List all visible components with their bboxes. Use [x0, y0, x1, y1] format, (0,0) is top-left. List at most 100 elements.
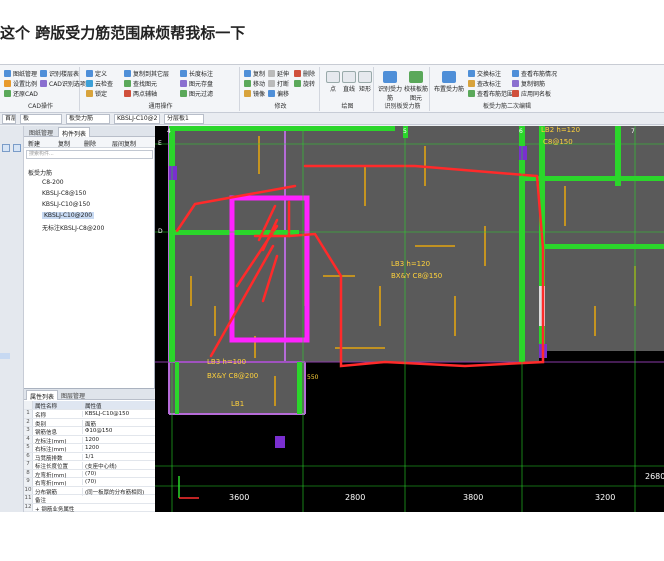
- tab-drawing-manage[interactable]: 图纸管理: [26, 127, 56, 137]
- rotate-button[interactable]: 旋转: [294, 79, 315, 88]
- tab-component-list[interactable]: 构件列表: [58, 127, 91, 138]
- save-icon: [180, 80, 187, 87]
- property-panel: 属性列表 图层管理 属性名称 属性值 1 名称 KBSLJ-C10@150 2 类别 面筋 3 钢…: [24, 388, 155, 512]
- find-element-button[interactable]: 查找图元: [124, 79, 157, 88]
- property-value[interactable]: 1200: [82, 445, 154, 451]
- apply-same-slab-button[interactable]: 应用同名板: [512, 89, 551, 98]
- edit-label-button[interactable]: 查改标注: [468, 79, 501, 88]
- view-list-icon[interactable]: [2, 144, 10, 152]
- tree-item-1[interactable]: KBSLJ-C8@150: [42, 190, 86, 197]
- view-status-button[interactable]: 查看布筋情况: [512, 69, 557, 78]
- copy-to-layer-button[interactable]: 复制到其它层: [124, 69, 169, 78]
- axis-label-top-0: 4: [167, 128, 171, 135]
- property-row[interactable]: 4 左标注(mm) 1200: [24, 435, 155, 445]
- property-row[interactable]: 5 右标注(mm) 1200: [24, 444, 155, 453]
- tree-item-3[interactable]: KBSLJ-C10@200: [42, 212, 95, 219]
- copy-button[interactable]: 复制: [244, 69, 265, 78]
- copy-rebar-button[interactable]: 复制钢筋: [512, 79, 545, 88]
- property-row-number: 9: [24, 478, 33, 486]
- check-icon: [409, 71, 423, 83]
- property-row[interactable]: 12 + 钢筋业务属性: [24, 503, 155, 512]
- drawing-manage-button[interactable]: 图纸管理: [4, 69, 37, 78]
- property-row[interactable]: 9 右弯折(mm) (70): [24, 478, 155, 487]
- line-icon: [342, 71, 356, 83]
- slab-rebar-c: C8@150: [543, 138, 573, 146]
- property-row[interactable]: 8 左弯折(mm) (70): [24, 469, 155, 479]
- lock-button[interactable]: 锁定: [86, 89, 107, 98]
- element-save-button[interactable]: 图元存盘: [180, 79, 213, 88]
- property-value[interactable]: (70): [82, 479, 154, 485]
- cloud-check-button[interactable]: 云检查: [86, 79, 113, 88]
- draw-rect-button[interactable]: 矩形: [358, 71, 372, 93]
- delete-icon: [294, 70, 301, 77]
- identify-rebar-button[interactable]: 识别受力筋: [378, 71, 402, 102]
- tab-layer-manage[interactable]: 图层管理: [58, 390, 88, 400]
- extend-button[interactable]: 延伸: [268, 69, 289, 78]
- property-value[interactable]: 属性值: [82, 402, 154, 410]
- axis-label-left-1: D: [158, 228, 163, 235]
- ribbon-group-general: 定义 云检查 锁定 复制到其它层 查找图元 两点辅轴 长度标注 图元存盘 图元过…: [82, 67, 240, 111]
- tree-root[interactable]: 板受力筋: [28, 168, 52, 177]
- view-tree-icon[interactable]: [13, 144, 21, 152]
- delete-component-button[interactable]: 删除: [84, 139, 96, 148]
- slab-main: [169, 126, 539, 362]
- lock-icon: [86, 90, 93, 97]
- drawing-canvas[interactable]: 4 5 6 7 E D LB3 h=120 BX&Y C8@150 LB3 h=…: [155, 126, 664, 512]
- copy-component-button[interactable]: 复制: [58, 139, 70, 148]
- extend-icon: [268, 70, 275, 77]
- draw-point-button[interactable]: 点: [326, 71, 340, 93]
- type-select[interactable]: 板: [20, 114, 62, 124]
- layer-select[interactable]: 分层板1: [164, 114, 204, 124]
- property-row[interactable]: 6 马凳筋排数 1/1: [24, 452, 155, 462]
- property-value[interactable]: 1/1: [82, 453, 154, 460]
- layer-copy-button[interactable]: 层间复制: [112, 139, 136, 148]
- break-button[interactable]: 打断: [268, 79, 289, 88]
- property-row-number: 2: [24, 418, 33, 426]
- tab-property-list[interactable]: 属性列表: [26, 390, 59, 401]
- component-select[interactable]: KBSLJ-C10@2: [114, 114, 160, 124]
- identify-floor-table-button[interactable]: 识别楼层表: [40, 69, 79, 78]
- tree-item-0[interactable]: C8-200: [42, 179, 64, 186]
- property-value[interactable]: KBSLJ-C10@150: [82, 411, 154, 417]
- property-row[interactable]: 10 分布钢筋 (同一板厚的分布筋相同): [24, 486, 155, 496]
- swap-label-button[interactable]: 交换标注: [468, 69, 501, 78]
- two-point-axis-button[interactable]: 两点辅轴: [124, 89, 157, 98]
- property-row[interactable]: 7 标注长度位置 (支座中心线): [24, 461, 155, 470]
- mirror-button[interactable]: 镜像: [244, 89, 265, 98]
- view-range-button[interactable]: 查看布筋范围: [468, 89, 513, 98]
- set-scale-button[interactable]: 设置比例: [4, 79, 37, 88]
- nav-selected-marker[interactable]: [0, 353, 10, 359]
- offset-icon: [268, 90, 275, 97]
- move-button[interactable]: 移动: [244, 79, 265, 88]
- offset-button[interactable]: 偏移: [268, 89, 289, 98]
- question-title: 这个 跨版受力筋范围麻烦帮我标一下: [0, 24, 246, 42]
- place-icon: [442, 71, 456, 83]
- property-row[interactable]: 1 名称 KBSLJ-C10@150: [24, 410, 155, 419]
- property-value[interactable]: Φ10@150: [82, 428, 154, 434]
- restore-cad-button[interactable]: 还原CAD: [4, 89, 38, 98]
- check-rebar-button[interactable]: 校核板筋图元: [404, 71, 428, 102]
- options-icon: [40, 80, 47, 87]
- place-rebar-button[interactable]: 布置受力筋: [434, 71, 464, 93]
- cad-options-button[interactable]: CAD识别选项: [40, 79, 86, 88]
- slab-label-c: LB2 h=120: [541, 126, 581, 134]
- new-button[interactable]: 新建: [28, 139, 40, 148]
- floor-select[interactable]: 首层: [2, 114, 16, 124]
- length-dimension-button[interactable]: 长度标注: [180, 69, 213, 78]
- delete-button[interactable]: 删除: [294, 69, 315, 78]
- define-button[interactable]: 定义: [86, 69, 107, 78]
- drawing-icon: [4, 70, 11, 77]
- tree-item-2[interactable]: KBSLJ-C10@150: [42, 201, 90, 208]
- component-search-input[interactable]: 搜索构件...: [26, 150, 153, 159]
- property-row[interactable]: 3 钢筋信息 Φ10@150: [24, 427, 155, 436]
- property-row-number: 10: [24, 486, 33, 494]
- property-value[interactable]: 1200: [82, 436, 154, 443]
- property-header[interactable]: 属性名称 属性值: [24, 401, 155, 410]
- element-filter-button[interactable]: 图元过滤: [180, 89, 213, 98]
- property-row[interactable]: 11 备注: [24, 495, 155, 504]
- tree-item-4[interactable]: 无标注KBSLJ-C8@200: [42, 223, 104, 232]
- draw-line-button[interactable]: 直线: [342, 71, 356, 93]
- member-select[interactable]: 板受力筋: [66, 114, 110, 124]
- property-row[interactable]: 2 类别 面筋: [24, 418, 155, 428]
- property-value[interactable]: (70): [82, 470, 154, 477]
